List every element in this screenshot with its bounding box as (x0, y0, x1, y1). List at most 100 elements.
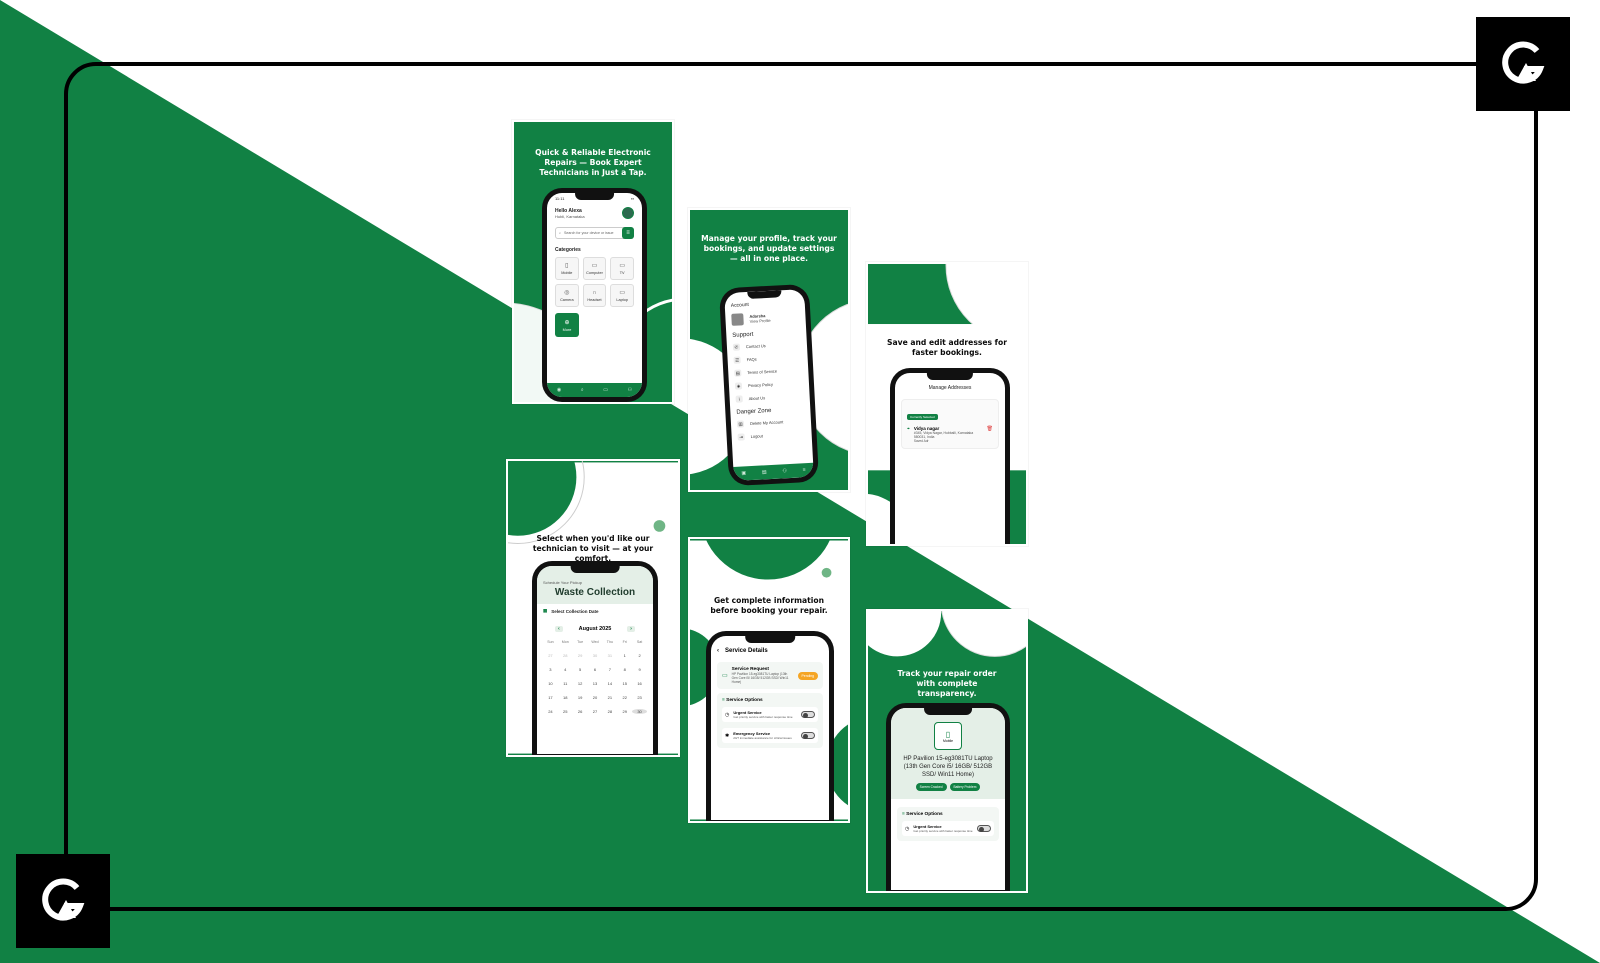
location-pin-icon: ⌖ (907, 426, 910, 432)
screenshot-card-service-details: Get complete information before booking … (688, 537, 850, 823)
calendar-day[interactable]: 20 (588, 695, 603, 700)
headset-icon: ∩ (592, 289, 597, 296)
calendar-day[interactable]: 14 (602, 681, 617, 686)
calendar-day[interactable]: 1 (617, 653, 632, 658)
tv-icon: ▭ (619, 262, 625, 269)
profile-nav-icon[interactable]: ⚇ (782, 468, 787, 474)
calendar-day[interactable]: 29 (617, 709, 632, 714)
search-icon: ⌕ (559, 231, 562, 235)
calendar-day[interactable]: 6 (588, 667, 603, 672)
calendar-day[interactable]: 2 (632, 653, 647, 658)
computer-icon: ▭ (591, 262, 598, 269)
screenshot-card-track: Track your repair order with complete tr… (866, 609, 1028, 893)
calendar-day: 29 (577, 653, 583, 658)
calendar-day[interactable]: 23 (632, 695, 647, 700)
calendar-day[interactable]: 13 (588, 681, 603, 686)
issue-tag: Battery Problem (949, 783, 981, 792)
bookings-nav-icon[interactable]: ▭ (603, 387, 608, 393)
calendar-day[interactable]: 16 (632, 681, 647, 686)
chat-icon: ☰ (733, 356, 741, 364)
document-icon: ▤ (734, 369, 742, 377)
category-computer[interactable]: ▭ Computer (582, 257, 607, 280)
calendar-day[interactable]: 18 (558, 695, 573, 700)
urgent-service-toggle[interactable] (801, 711, 815, 718)
emergency-service-option: ✱ Emergency Service 24/7 immediate assist… (722, 728, 818, 743)
phone-mockup: ‹ Service Details ▭ Service Request HP P… (706, 631, 834, 821)
bookings-nav-icon[interactable]: ▤ (762, 469, 767, 475)
urgent-service-option: ◷ Urgent Service Get priority service wit… (722, 707, 818, 722)
calendar-day-selected[interactable]: 30 (632, 709, 647, 714)
page-title: Waste Collection (554, 587, 636, 598)
calendar-day[interactable]: 19 (573, 695, 588, 700)
service-options-title: ≡ Service Options (902, 812, 943, 818)
screenshot-card-account: Manage your profile, track your bookings… (688, 208, 850, 492)
categories-title: Categories (555, 247, 581, 253)
address-card[interactable]: Currently Selected ⌖ Vidya nagar #345, V… (901, 399, 999, 449)
more-button[interactable]: ⊕ More (555, 313, 579, 337)
category-headset[interactable]: ∩ Headset (582, 284, 607, 307)
calendar-day[interactable]: 10 (543, 681, 558, 686)
category-mobile[interactable]: ▯ Mobile (555, 257, 579, 280)
menu-logout[interactable]: ⇥ Logout (731, 427, 812, 444)
emergency-service-toggle[interactable] (801, 732, 815, 739)
clock-icon: ◷ (725, 711, 730, 718)
profile-nav-icon[interactable]: ⚇ (628, 387, 632, 393)
category-tv[interactable]: ▭ TV (610, 257, 634, 280)
greeting: Hello Alexa (555, 207, 582, 214)
urgent-service-toggle[interactable] (977, 825, 991, 833)
calendar-day[interactable]: 24 (543, 709, 558, 714)
calendar-day[interactable]: 21 (602, 695, 617, 700)
calendar-day[interactable]: 9 (632, 667, 647, 672)
screenshot-card-addresses: Save and edit addresses for faster booki… (866, 262, 1028, 546)
calendar-day[interactable]: 22 (617, 695, 632, 700)
card-caption: Select when you'd like our technician to… (532, 534, 654, 563)
service-options-card: ≡ Service Options ◷ Urgent Service Get pr… (897, 807, 999, 842)
filter-icon[interactable]: ≡ (622, 227, 634, 239)
issue-tag: Screen Cracked (915, 783, 947, 792)
home-nav-icon[interactable]: ▣ (741, 470, 746, 476)
search-nav-icon[interactable]: ⌕ (581, 387, 584, 393)
prev-month-button[interactable]: ‹ (555, 626, 563, 632)
breadcrumb: Schedule Your Pickup (543, 580, 582, 585)
status-badge: Pending (797, 671, 818, 680)
delete-icon[interactable]: 🗑 (987, 426, 993, 432)
mobile-icon: ▯ (565, 262, 569, 269)
trash-icon: ▥ (736, 420, 745, 428)
calendar-day[interactable]: 7 (602, 667, 617, 672)
calendar-day[interactable]: 15 (617, 681, 632, 686)
brand-logo-top-right (1476, 17, 1570, 111)
phone-icon: ✆ (732, 343, 741, 351)
clock-icon: ◷ (905, 825, 910, 832)
calendar-day[interactable]: 28 (602, 709, 617, 714)
calendar-day[interactable]: 26 (573, 709, 588, 714)
back-arrow-icon[interactable]: ‹ (717, 648, 719, 654)
calendar-day[interactable]: 3 (543, 667, 558, 672)
calendar-day: 27 (548, 653, 553, 658)
calendar-day[interactable]: 5 (573, 667, 588, 672)
calendar-day[interactable]: 12 (573, 681, 588, 686)
service-options-title: ≡ Service Options (722, 698, 763, 703)
calendar-day[interactable]: 8 (617, 667, 632, 672)
home-nav-icon[interactable]: ◉ (557, 387, 561, 393)
ga-monogram-icon (42, 878, 85, 921)
calendar-day[interactable]: 17 (543, 695, 558, 700)
ga-monogram-icon (1502, 41, 1545, 84)
search-input[interactable]: ⌕ Search for your device or issue ≡ (555, 227, 634, 239)
category-laptop[interactable]: ▭ Laptop (610, 284, 634, 307)
calendar-day[interactable]: 25 (558, 709, 573, 714)
card-caption: Track your repair order with complete tr… (897, 669, 997, 698)
plus-icon: ⊕ (564, 319, 570, 326)
calendar-day: 28 (563, 653, 568, 658)
phone-mockup: Account Adarsha View Profile Support ✆ Con… (718, 283, 820, 487)
calendar-grid: Sun Mon Tue Wed Thu Fri Sat 27 28 29 30 … (537, 636, 653, 718)
next-month-button[interactable]: › (627, 626, 635, 632)
calendar-day[interactable]: 11 (558, 681, 573, 686)
avatar[interactable] (622, 207, 634, 219)
menu-nav-icon[interactable]: ≡ (803, 467, 806, 473)
screenshot-card-home: Quick & Reliable Electronic Repairs — Bo… (512, 120, 674, 404)
category-camera[interactable]: ◎ Camera (555, 284, 579, 307)
calendar-day[interactable]: 4 (558, 667, 573, 672)
phone-mockup: 11:11 ▪▪ Hello Alexa Hubli, Karnataka ⌕ S… (542, 188, 647, 402)
logout-icon: ⇥ (737, 433, 745, 441)
calendar-day[interactable]: 27 (588, 709, 603, 714)
